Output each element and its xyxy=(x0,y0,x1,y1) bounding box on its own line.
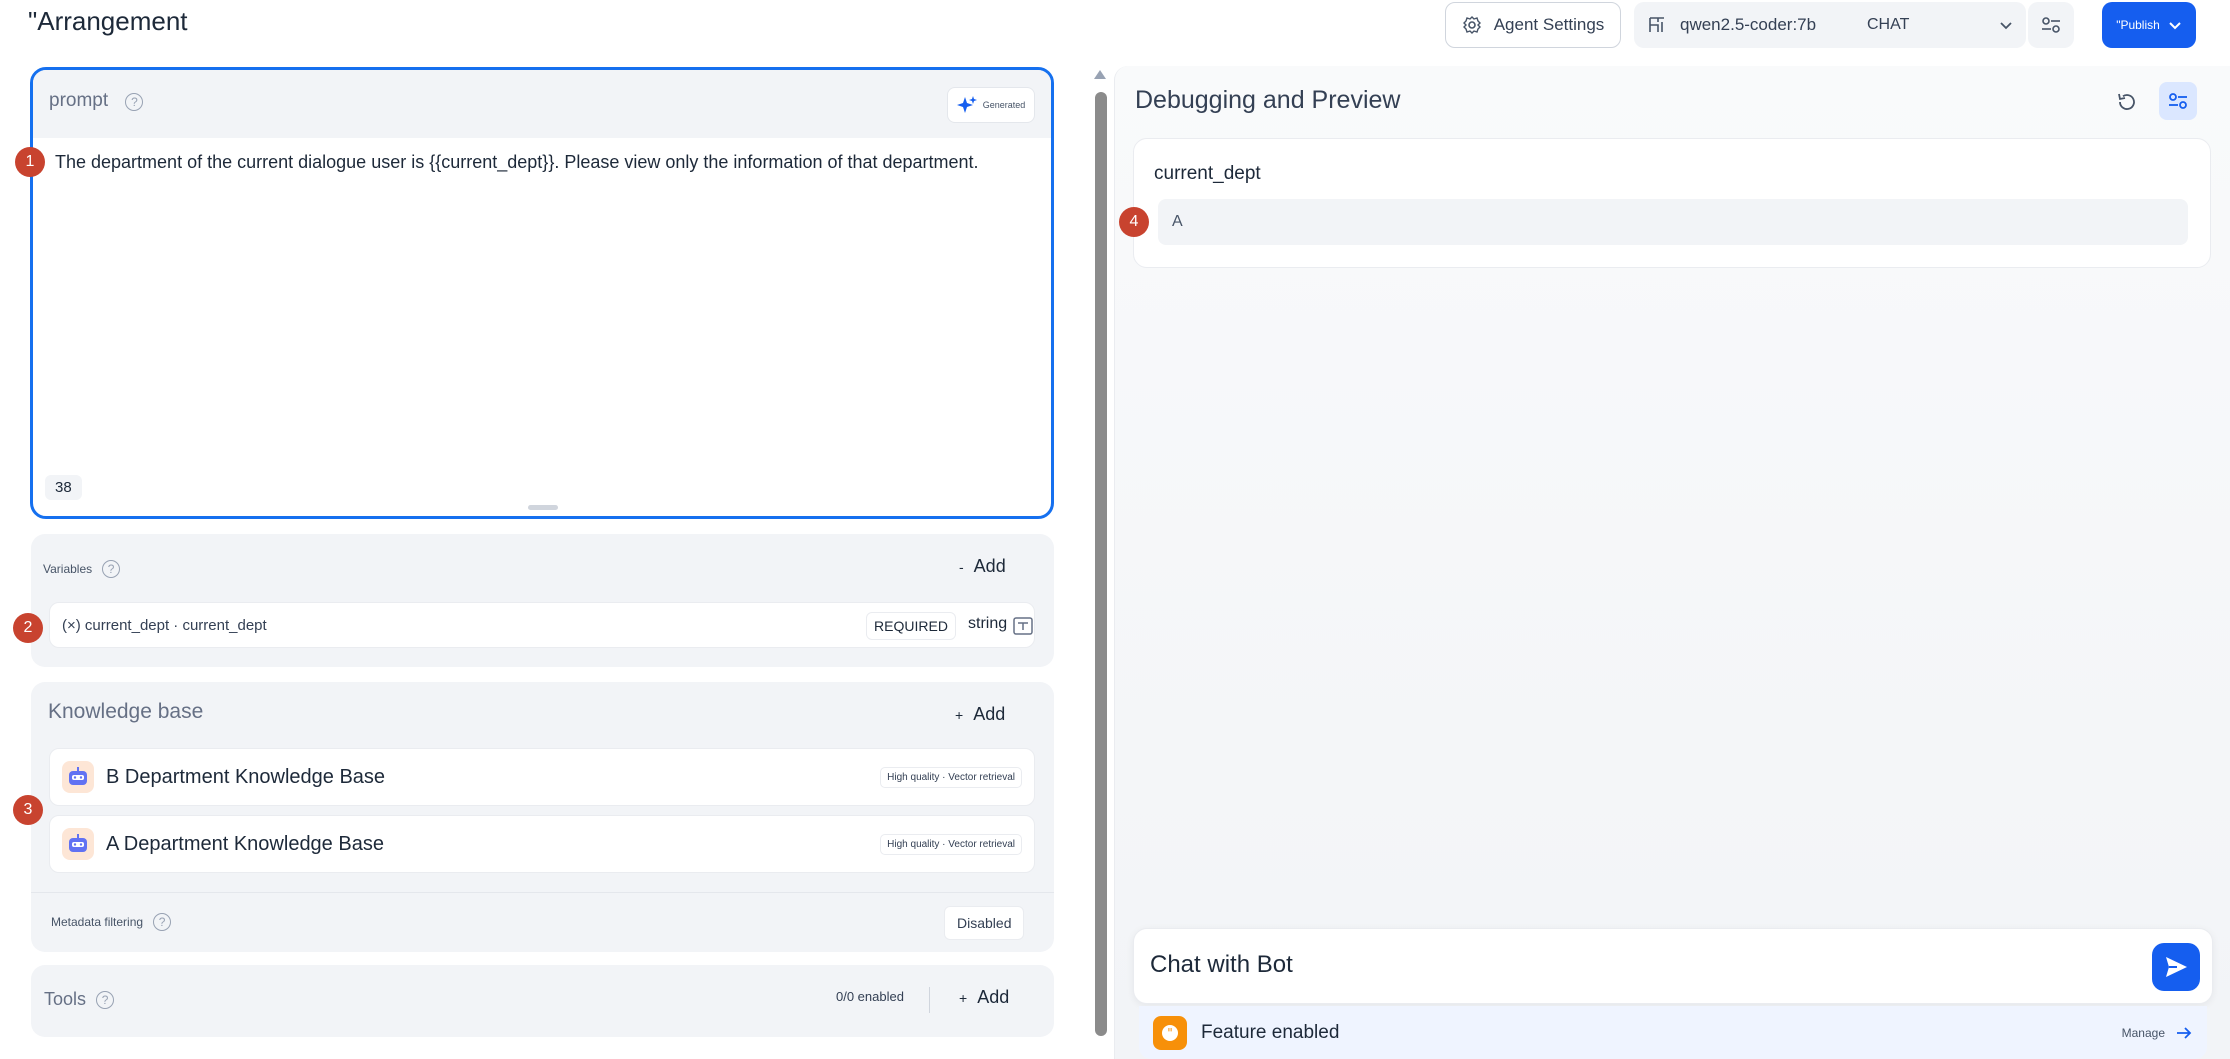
tools-count: 0/0 enabled xyxy=(836,989,904,1004)
help-icon[interactable]: ? xyxy=(102,560,121,578)
generate-label: Generated xyxy=(982,100,1026,110)
knowledge-item[interactable]: B Department Knowledge Base High quality… xyxy=(49,748,1035,806)
knowledge-name: A Department Knowledge Base xyxy=(106,832,384,855)
chat-input-box[interactable]: Chat with Bot xyxy=(1133,928,2213,1004)
svg-text:": " xyxy=(1167,1026,1173,1040)
chat-input[interactable]: Chat with Bot xyxy=(1150,951,1293,979)
prompt-title: prompt ? xyxy=(49,90,144,112)
feature-text: Feature enabled xyxy=(1201,1021,1340,1043)
help-icon[interactable]: ? xyxy=(96,990,115,1009)
variable-config-button[interactable] xyxy=(2159,82,2197,120)
char-count: 38 xyxy=(45,475,82,500)
metadata-header: Metadata filtering ? xyxy=(51,913,172,931)
add-label: Add xyxy=(973,704,1006,724)
variable-input[interactable]: A xyxy=(1158,199,2188,245)
scroll-up-arrow[interactable] xyxy=(1094,70,1106,79)
gear-icon xyxy=(1462,16,1481,34)
knowledge-base-label: Knowledge base xyxy=(48,700,204,723)
arrow-right-icon xyxy=(2177,1026,2192,1039)
add-label: Add xyxy=(973,556,1006,576)
knowledge-item[interactable]: A Department Knowledge Base High quality… xyxy=(49,815,1035,873)
variable-name: (×) current_dept · current_dept xyxy=(62,616,267,634)
add-variable-button[interactable]: - Add xyxy=(959,556,1006,577)
variables-header: Variables ? xyxy=(43,560,121,578)
add-label: Add xyxy=(977,987,1010,1007)
generate-button[interactable]: Generated xyxy=(947,87,1035,123)
manage-label: Manage xyxy=(2121,1025,2165,1040)
quote-icon: " xyxy=(1153,1015,1187,1050)
step-badge-2: 2 xyxy=(13,613,43,643)
debug-title: Debugging and Preview xyxy=(1135,86,1401,114)
robot-icon xyxy=(62,761,94,793)
chevron-down-icon xyxy=(2000,22,2012,30)
variable-row[interactable]: (×) current_dept · current_dept REQUIRED… xyxy=(49,602,1035,648)
publish-label: "Publish xyxy=(2116,18,2160,32)
knowledge-name: B Department Knowledge Base xyxy=(106,765,386,788)
sparkle-icon xyxy=(956,96,977,113)
prompt-label: prompt xyxy=(49,90,109,111)
feature-bar: " Feature enabled Manage xyxy=(1139,1006,2207,1059)
variables-label: Variables xyxy=(43,562,93,576)
sliders-icon xyxy=(2169,93,2187,109)
model-icon xyxy=(1649,17,1664,32)
help-icon[interactable]: ? xyxy=(125,93,144,111)
add-tool-button[interactable]: + Add xyxy=(959,987,1009,1008)
variable-type: string xyxy=(968,615,1008,632)
agent-settings-button[interactable]: Agent Settings xyxy=(1445,2,1621,48)
send-button[interactable] xyxy=(2152,943,2200,991)
edit-variable-icon[interactable] xyxy=(1012,615,1034,637)
model-params-button[interactable] xyxy=(2028,2,2074,48)
help-icon[interactable]: ? xyxy=(153,913,172,931)
plus-icon: + xyxy=(955,706,964,723)
tools-header: Tools ? xyxy=(44,989,115,1010)
prompt-editor-card: prompt ? Generated The department of the… xyxy=(30,67,1054,519)
manage-link[interactable]: Manage xyxy=(2122,1024,2193,1042)
step-badge-4: 4 xyxy=(1119,207,1149,237)
variable-label: current_dept xyxy=(1154,163,1261,184)
metadata-label: Metadata filtering xyxy=(51,915,144,929)
divider xyxy=(929,987,930,1013)
plus-icon: - xyxy=(959,558,964,575)
variable-input-card: current_dept A xyxy=(1133,138,2211,268)
tools-label: Tools xyxy=(44,989,87,1009)
reset-icon[interactable] xyxy=(2115,90,2139,114)
scrollbar-thumb[interactable] xyxy=(1095,92,1107,1036)
knowledge-base-section: Knowledge base + Add B Department Knowle… xyxy=(31,682,1054,952)
agent-settings-label: Agent Settings xyxy=(1493,15,1605,34)
prompt-header: prompt ? Generated xyxy=(33,70,1051,138)
retrieval-tag: High quality · Vector retrieval xyxy=(880,766,1022,788)
metadata-filter-bar: Metadata filtering ? Disabled xyxy=(31,892,1054,952)
metadata-filter-select[interactable]: Disabled xyxy=(944,906,1025,940)
model-mode: CHAT xyxy=(1867,16,1910,33)
step-badge-3: 3 xyxy=(13,795,43,825)
robot-icon xyxy=(62,828,94,860)
chevron-down-icon xyxy=(2169,22,2181,30)
tools-section: Tools ? 0/0 enabled + Add xyxy=(31,965,1054,1037)
sliders-icon xyxy=(2042,17,2060,33)
send-icon xyxy=(2166,957,2187,977)
model-selector[interactable]: qwen2.5-coder:7b CHAT xyxy=(1634,2,2026,48)
debug-preview-panel: Debugging and Preview current_dept A Cha… xyxy=(1114,66,2230,1059)
model-name: qwen2.5-coder:7b xyxy=(1680,15,1817,34)
retrieval-tag: High quality · Vector retrieval xyxy=(880,833,1022,855)
resize-handle[interactable] xyxy=(528,505,558,510)
publish-button[interactable]: "Publish xyxy=(2102,2,2196,48)
add-knowledge-button[interactable]: + Add xyxy=(955,704,1005,725)
plus-icon: + xyxy=(959,989,968,1006)
prompt-textarea[interactable]: The department of the current dialogue u… xyxy=(55,150,1035,175)
required-tag: REQUIRED xyxy=(866,612,956,640)
page-title: "Arrangement xyxy=(28,6,188,36)
variables-section: Variables ? - Add (×) current_dept · cur… xyxy=(31,534,1054,667)
step-badge-1: 1 xyxy=(15,147,45,177)
